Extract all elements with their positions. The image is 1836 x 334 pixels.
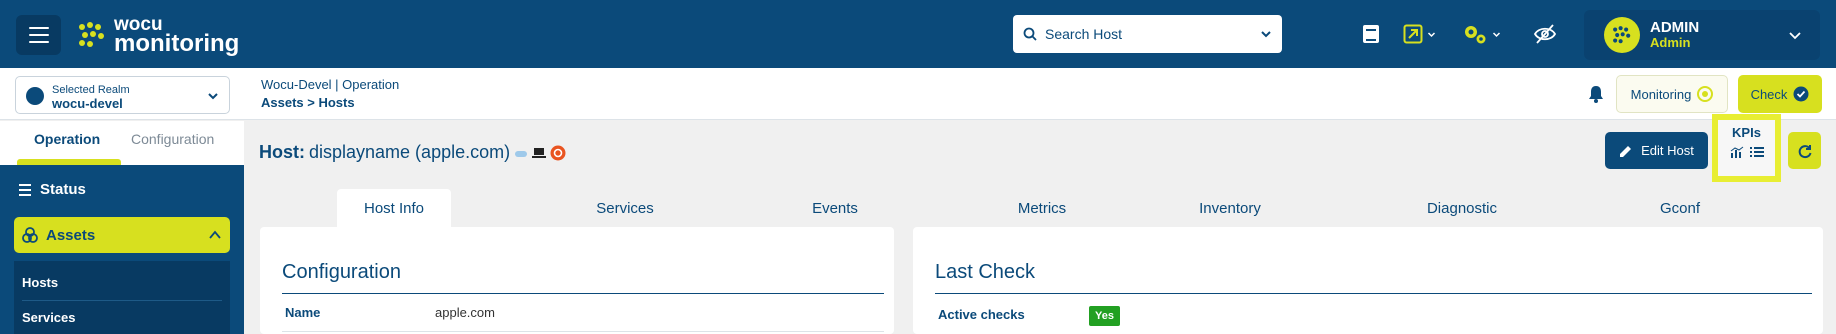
menu-line [28, 27, 49, 29]
edit-host-label: Edit Host [1641, 143, 1694, 158]
tab-services[interactable]: Services [560, 189, 690, 227]
settings-menu[interactable] [1462, 22, 1501, 46]
eye-icon [1697, 86, 1714, 102]
monitoring-button[interactable]: Monitoring [1616, 75, 1728, 113]
external-link-icon [1403, 24, 1423, 44]
logo-mark-icon [1613, 26, 1631, 44]
bell-icon[interactable] [1587, 85, 1605, 103]
refresh-button[interactable] [1788, 132, 1821, 169]
kpis-label: KPIs [1732, 125, 1761, 140]
chevron-down-icon [1789, 32, 1801, 40]
realm-label: Selected Realm [52, 84, 130, 96]
breadcrumb-path[interactable]: Assets > Hosts [261, 94, 399, 112]
tab-host-info[interactable]: Host Info [337, 189, 451, 227]
realm-selector[interactable]: Selected Realm wocu-devel [15, 76, 230, 114]
breadcrumb: Wocu-Devel | Operation Assets > Hosts [261, 76, 399, 112]
eye-off-icon [1533, 24, 1557, 44]
notebook-icon[interactable] [1361, 22, 1381, 46]
gears-icon [1465, 26, 1486, 44]
divider [282, 331, 884, 332]
menu-line [28, 41, 49, 43]
realm-icon [26, 87, 44, 105]
menu-line [28, 34, 49, 36]
realm-value: wocu-devel [52, 96, 123, 111]
divider [935, 293, 1812, 294]
sidebar: Operation Configuration Status Assets [0, 121, 244, 334]
tab-inventory[interactable]: Inventory [1165, 189, 1295, 227]
config-key-name: Name [285, 305, 321, 320]
sidebar-item-label: Assets [46, 226, 96, 244]
book-icon [1363, 25, 1379, 43]
status-badge: Yes [1089, 306, 1120, 326]
logo-text: wocu monitoring [114, 15, 240, 57]
pencil-icon [1620, 145, 1632, 157]
chevron-down-icon [1261, 31, 1271, 38]
last-check-key-active: Active checks [938, 307, 1025, 322]
sidebar-item-assets[interactable]: Assets [14, 217, 230, 253]
refresh-icon [1798, 144, 1811, 158]
tab-events[interactable]: Events [770, 189, 900, 227]
check-label: Check [1750, 86, 1788, 102]
sidebar-item-label: Status [40, 181, 86, 198]
host-prefix: Host: [259, 142, 305, 162]
ubuntu-icon [550, 145, 566, 160]
user-menu[interactable]: ADMIN Admin [1584, 10, 1820, 60]
cubes-icon [22, 227, 38, 243]
user-names: ADMIN Admin [1650, 20, 1699, 49]
chevron-up-icon [209, 230, 221, 239]
edit-host-button[interactable]: Edit Host [1605, 132, 1708, 169]
configuration-title: Configuration [282, 261, 401, 283]
check-circle-icon [1793, 86, 1809, 102]
tab-configuration[interactable]: Configuration [131, 131, 214, 147]
tab-metrics[interactable]: Metrics [977, 189, 1107, 227]
sidebar-tabs: Operation Configuration [0, 121, 244, 165]
visibility-toggle[interactable] [1533, 22, 1557, 46]
divider [282, 293, 884, 294]
top-bar: wocu monitoring Search Host ADMIN Admin [0, 0, 1836, 68]
sidebar-item-status[interactable]: Status [18, 181, 86, 198]
check-button[interactable]: Check [1738, 75, 1822, 113]
chevron-down-icon [1492, 31, 1501, 37]
user-role: Admin [1650, 35, 1691, 51]
host-name: displayname (apple.com) [309, 142, 511, 162]
sub-header: Selected Realm wocu-devel Wocu-Devel | O… [0, 68, 1836, 120]
host-tabs: Host Info Services Events Metrics Invent… [260, 189, 1820, 227]
cloud-icon [515, 150, 528, 157]
last-check-title: Last Check [935, 261, 1036, 283]
wocu-logo[interactable]: wocu monitoring [76, 14, 239, 56]
external-link-menu[interactable] [1403, 22, 1436, 46]
search-icon [1023, 27, 1037, 41]
hamburger-menu-button[interactable] [16, 15, 61, 55]
search-placeholder: Search Host [1045, 26, 1123, 42]
config-value-name: apple.com [435, 305, 495, 320]
page-title: Host: displayname (apple.com) [259, 142, 566, 163]
list-icon [19, 183, 31, 196]
last-check-card: Last Check Active checks [913, 227, 1823, 334]
laptop-icon [532, 147, 547, 158]
logo-mark-icon [79, 22, 104, 47]
tab-diagnostic[interactable]: Diagnostic [1392, 189, 1532, 227]
active-tab-indicator [17, 159, 121, 165]
sidebar-item-services[interactable]: Services [22, 310, 76, 325]
divider [22, 300, 222, 301]
bar-chart-icon[interactable] [1730, 146, 1744, 158]
sidebar-item-hosts[interactable]: Hosts [22, 275, 58, 290]
list-icon[interactable] [1749, 146, 1764, 158]
tab-gconf[interactable]: Gconf [1615, 189, 1745, 227]
tab-operation[interactable]: Operation [34, 131, 100, 147]
kpis-icons [1730, 146, 1764, 158]
chevron-down-icon [1427, 31, 1436, 37]
monitoring-label: Monitoring [1630, 86, 1692, 102]
configuration-card: Configuration Name apple.com [260, 227, 894, 334]
logo-line-2: monitoring [114, 29, 240, 57]
chevron-down-icon [208, 93, 218, 100]
avatar [1604, 17, 1640, 53]
breadcrumb-context: Wocu-Devel | Operation [261, 77, 400, 92]
user-name: ADMIN [1650, 19, 1700, 37]
search-host-field[interactable]: Search Host [1013, 15, 1282, 53]
kpis-panel[interactable]: KPIs [1712, 114, 1781, 182]
